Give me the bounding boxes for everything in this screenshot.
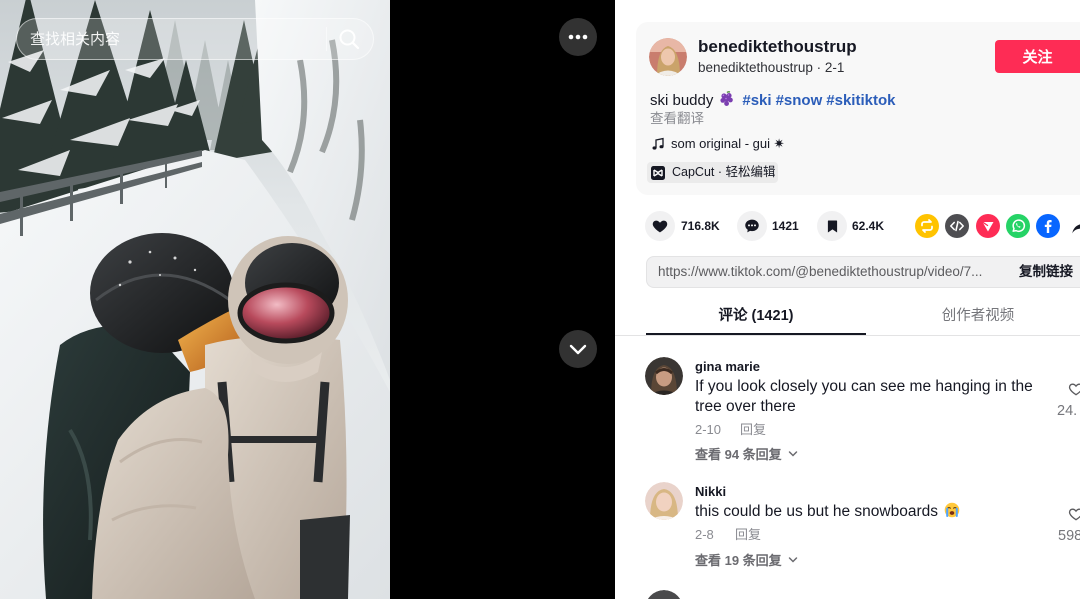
author-subline: benediktethoustrup · 2-1	[698, 60, 845, 75]
comment-count: 1421	[772, 219, 799, 233]
comment-like-button[interactable]	[1068, 506, 1080, 522]
comment-like-button[interactable]	[1068, 381, 1080, 397]
search-input[interactable]	[30, 27, 320, 51]
more-share-button[interactable]	[1070, 214, 1080, 238]
video-link-url: https://www.tiktok.com/@benediktethoustr…	[658, 264, 983, 279]
comment-date: 2-10	[695, 422, 722, 437]
capcut-icon	[651, 165, 665, 180]
comment-like-count: 598	[1058, 528, 1080, 544]
description-text: ski buddy	[650, 92, 714, 109]
repost-button[interactable]	[915, 214, 939, 238]
heart-outline-icon	[1068, 508, 1080, 521]
view-replies-label: 查看 94 条回复	[695, 447, 782, 462]
send-icon	[976, 214, 1000, 238]
comment-button[interactable]	[737, 211, 767, 241]
capcut-tag[interactable]: CapCut · 轻松编辑	[647, 162, 778, 183]
author-username[interactable]: benediktethoustrup	[698, 37, 857, 57]
view-replies-button[interactable]: 查看 94 条回复	[695, 447, 798, 463]
comment-text-row: this could be us but he snowboards	[695, 502, 1045, 522]
comment-text: this could be us but he snowboards	[695, 503, 938, 520]
commenter-name[interactable]: gina marie	[695, 359, 760, 375]
comment-date: 2-8	[695, 527, 714, 542]
send-button[interactable]	[976, 214, 1000, 238]
heart-icon	[652, 220, 668, 233]
comment-icon	[745, 219, 759, 233]
author-avatar[interactable]	[649, 38, 687, 76]
more-button[interactable]	[559, 18, 597, 56]
reply-button[interactable]: 回复	[740, 422, 766, 438]
author-card: benediktethoustrup benediktethoustrup · …	[636, 22, 1080, 195]
comment-text: If you look closely you can see me hangi…	[695, 378, 1033, 415]
capcut-label: CapCut · 轻松编辑	[672, 165, 776, 179]
tab-comments[interactable]: 评论 (1421)	[646, 300, 866, 333]
video-description: ski buddy #ski #snow #skitiktok	[650, 91, 895, 111]
detail-panel: benediktethoustrup benediktethoustrup · …	[615, 0, 1080, 599]
save-count: 62.4K	[852, 219, 885, 233]
embed-icon	[945, 214, 969, 238]
chevron-down-icon	[569, 344, 587, 355]
like-button[interactable]	[645, 211, 675, 241]
embed-button[interactable]	[945, 214, 969, 238]
comment-like-count: 24.	[1057, 403, 1078, 419]
commenter-name[interactable]: Nikki	[695, 484, 726, 500]
music-link[interactable]: som original - gui ✷	[650, 135, 850, 153]
more-icon	[568, 34, 588, 40]
search-icon	[339, 29, 360, 50]
like-count: 716.8K	[681, 219, 720, 233]
next-video-button[interactable]	[559, 330, 597, 368]
tabs-divider	[615, 335, 1080, 336]
save-button[interactable]	[817, 211, 847, 241]
video-frame	[0, 0, 390, 599]
commenter-avatar[interactable]	[645, 590, 683, 599]
search-bar	[16, 18, 374, 60]
copy-link-button[interactable]: 复制链接	[1019, 257, 1073, 287]
comment-item-partial	[645, 590, 683, 599]
heart-outline-icon	[1068, 383, 1080, 396]
hashtag-ski[interactable]: #ski	[742, 92, 771, 109]
reply-button[interactable]: 回复	[735, 527, 761, 543]
loudly-crying-face-emoji-icon	[944, 502, 960, 518]
chevron-down-small-icon	[788, 557, 797, 563]
search-button[interactable]	[337, 27, 361, 51]
grapes-emoji-icon	[719, 91, 735, 107]
hashtag-snow[interactable]: #snow	[776, 92, 823, 109]
view-replies-label: 查看 19 条回复	[695, 553, 782, 568]
facebook-button[interactable]	[1036, 214, 1060, 238]
chevron-down-small-icon	[788, 451, 797, 457]
commenter-avatar[interactable]	[645, 482, 683, 520]
search-divider	[326, 27, 327, 51]
bookmark-icon	[827, 219, 837, 233]
share-arrow-icon	[1072, 224, 1080, 234]
view-replies-button[interactable]: 查看 19 条回复	[695, 553, 798, 569]
translate-link[interactable]: 查看翻译	[650, 110, 704, 128]
music-title: som original - gui ✷	[671, 136, 785, 151]
video-player[interactable]	[0, 0, 390, 599]
commenter-avatar[interactable]	[645, 357, 683, 395]
music-note-icon	[652, 137, 664, 150]
follow-button[interactable]: 关注	[995, 40, 1080, 73]
whatsapp-button[interactable]	[1006, 214, 1030, 238]
whatsapp-icon	[1006, 214, 1030, 238]
facebook-icon	[1036, 214, 1060, 238]
tab-creator-videos[interactable]: 创作者视频	[876, 300, 1080, 333]
repost-icon	[915, 214, 939, 238]
video-link-box: https://www.tiktok.com/@benediktethoustr…	[646, 256, 1080, 288]
hashtag-skitiktok[interactable]: #skitiktok	[826, 92, 895, 109]
